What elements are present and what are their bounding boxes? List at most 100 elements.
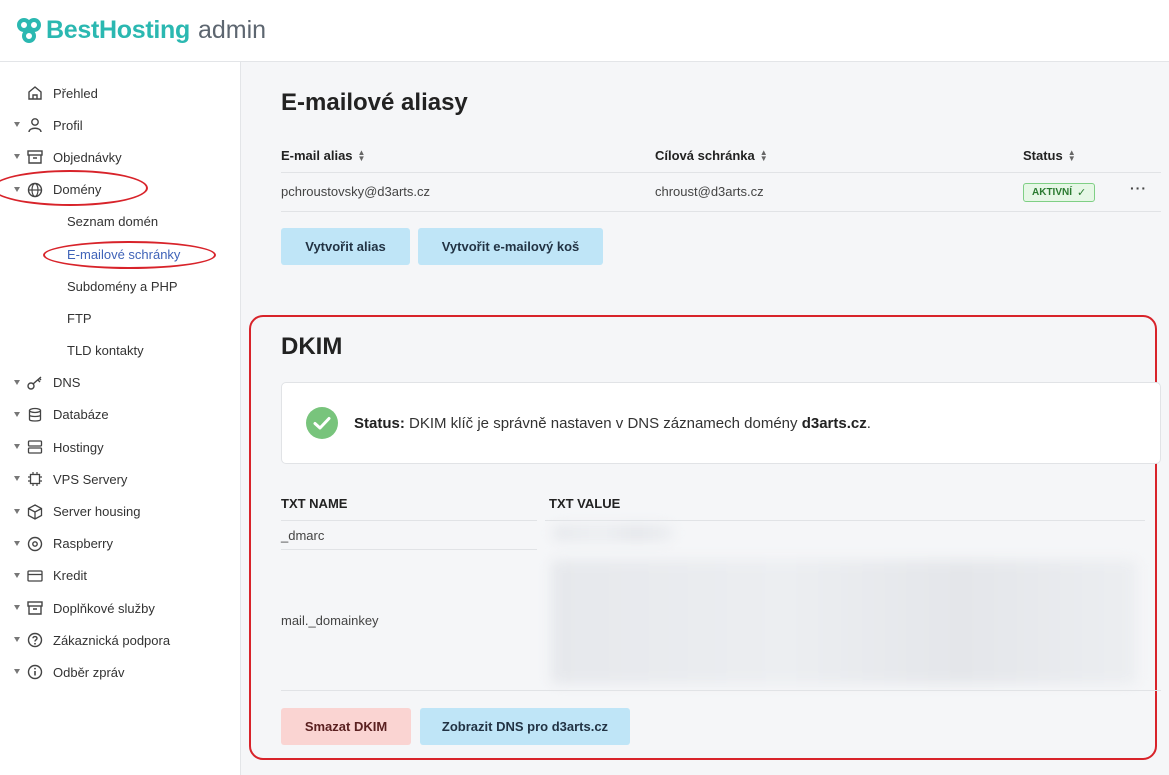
divider bbox=[545, 520, 1145, 521]
sidebar-item-objednavky[interactable]: Objednávky bbox=[0, 141, 240, 173]
sidebar-item-label: Server housing bbox=[53, 504, 141, 520]
chevron-down-icon bbox=[14, 669, 20, 675]
chevron-down-icon bbox=[14, 411, 20, 417]
chevron-down-icon bbox=[14, 186, 20, 192]
txt-value-redacted bbox=[553, 525, 673, 541]
column-header-status[interactable]: Status ▲ ▼ bbox=[1023, 148, 1076, 163]
sidebar-item-label: TLD kontakty bbox=[67, 343, 144, 359]
help-icon bbox=[27, 633, 43, 648]
chevron-down-icon bbox=[14, 637, 20, 643]
column-header-txt-name: TXT NAME bbox=[281, 496, 348, 511]
sidebar-item-label: Přehled bbox=[53, 85, 98, 101]
chevron-down-icon bbox=[14, 508, 20, 514]
archive-icon bbox=[27, 601, 43, 615]
logo-icon bbox=[17, 17, 41, 43]
database-icon bbox=[28, 407, 42, 422]
dkim-status-box: Status: DKIM klíč je správně nastaven v … bbox=[281, 382, 1161, 464]
sidebar-item-hostingy[interactable]: Hostingy bbox=[0, 431, 240, 463]
sidebar-item-emailove-schranky[interactable]: E-mailové schránky bbox=[0, 238, 240, 270]
sidebar-item-kredit[interactable]: Kredit bbox=[0, 560, 240, 592]
chevron-down-icon bbox=[14, 122, 20, 128]
sort-icon: ▲ ▼ bbox=[759, 147, 768, 163]
show-dns-button[interactable]: Zobrazit DNS pro d3arts.cz bbox=[420, 708, 630, 745]
sidebar-item-label: DNS bbox=[53, 375, 81, 391]
card-icon bbox=[27, 570, 43, 582]
chip-icon bbox=[28, 472, 42, 487]
sidebar-item-label: Doplňkové služby bbox=[53, 600, 155, 616]
sidebar-item-label: Raspberry bbox=[53, 536, 113, 552]
key-icon bbox=[27, 376, 42, 390]
dkim-title: DKIM bbox=[281, 333, 343, 360]
globe-icon bbox=[27, 182, 43, 197]
sidebar-item-label: Hostingy bbox=[53, 439, 104, 455]
sidebar-item-label: Kredit bbox=[53, 568, 87, 584]
sidebar-item-seznam-domen[interactable]: Seznam domén bbox=[0, 206, 240, 238]
archive-icon bbox=[27, 150, 43, 165]
divider bbox=[281, 520, 537, 521]
sidebar-item-profil[interactable]: Profil bbox=[0, 109, 240, 141]
sidebar-item-label: E-mailové schránky bbox=[67, 246, 181, 262]
server-icon bbox=[27, 440, 43, 454]
main-content: E-mailové aliasy E-mail alias ▲ ▼ Cílová s… bbox=[241, 62, 1169, 775]
row-more-button[interactable]: ··· bbox=[1130, 180, 1147, 196]
create-alias-button[interactable]: Vytvořit alias bbox=[281, 228, 410, 265]
sidebar-item-label: Objednávky bbox=[53, 149, 122, 165]
column-header-target[interactable]: Cílová schránka ▲ ▼ bbox=[655, 148, 768, 163]
column-header-alias[interactable]: E-mail alias ▲ ▼ bbox=[281, 148, 365, 163]
divider bbox=[281, 172, 1161, 173]
target-cell: chroust@d3arts.cz bbox=[655, 184, 764, 199]
sidebar-item-databaze[interactable]: Databáze bbox=[0, 399, 240, 431]
sidebar-item-ftp[interactable]: FTP bbox=[0, 302, 240, 334]
sidebar-item-dns[interactable]: DNS bbox=[0, 367, 240, 399]
txt-value-redacted bbox=[551, 560, 1137, 684]
txt-name-cell: _dmarc bbox=[281, 528, 325, 543]
check-icon: ✓ bbox=[1077, 187, 1087, 199]
chevron-down-icon bbox=[14, 540, 20, 546]
check-circle-icon bbox=[306, 407, 338, 439]
info-icon bbox=[27, 665, 43, 680]
user-icon bbox=[28, 118, 42, 133]
sidebar-item-vps-servery[interactable]: VPS Servery bbox=[0, 463, 240, 495]
sidebar-item-domeny[interactable]: Domény bbox=[0, 174, 240, 206]
sidebar: Přehled Profil Objednávky Domény Seznam … bbox=[0, 62, 241, 775]
chevron-down-icon bbox=[14, 572, 20, 578]
sidebar-item-prehled[interactable]: Přehled bbox=[0, 77, 240, 109]
aliases-title: E-mailové aliasy bbox=[281, 89, 468, 116]
sidebar-item-label: Seznam domén bbox=[67, 214, 159, 230]
chevron-down-icon bbox=[14, 605, 20, 611]
app-header: BestHosting admin bbox=[0, 0, 1169, 62]
alias-cell: pchroustovsky@d3arts.cz bbox=[281, 184, 431, 199]
create-trash-button[interactable]: Vytvořit e-mailový koš bbox=[418, 228, 603, 265]
divider bbox=[281, 549, 537, 550]
sidebar-item-raspberry[interactable]: Raspberry bbox=[0, 528, 240, 560]
sidebar-item-label: Odběr zpráv bbox=[53, 664, 125, 680]
column-header-txt-value: TXT VALUE bbox=[549, 496, 621, 511]
sidebar-item-doplnkove-sluzby[interactable]: Doplňkové služby bbox=[0, 592, 240, 624]
sidebar-item-server-housing[interactable]: Server housing bbox=[0, 495, 240, 527]
delete-dkim-button[interactable]: Smazat DKIM bbox=[281, 708, 411, 745]
box-icon bbox=[27, 503, 43, 520]
sidebar-item-zakaznicka-podpora[interactable]: Zákaznická podpora bbox=[0, 624, 240, 656]
sidebar-item-odber-zprav[interactable]: Odběr zpráv bbox=[0, 656, 240, 688]
divider bbox=[281, 211, 1161, 212]
sidebar-item-label: Databáze bbox=[53, 407, 109, 423]
brand-name[interactable]: BestHosting bbox=[46, 16, 190, 45]
sidebar-item-label: Subdomény a PHP bbox=[67, 278, 178, 294]
chevron-down-icon bbox=[14, 444, 20, 450]
sidebar-item-tld-kontakty[interactable]: TLD kontakty bbox=[0, 335, 240, 367]
sort-icon: ▲ ▼ bbox=[357, 147, 366, 163]
home-icon bbox=[28, 86, 42, 100]
chevron-down-icon bbox=[14, 154, 20, 160]
sidebar-item-label: Zákaznická podpora bbox=[53, 632, 171, 648]
disc-icon bbox=[27, 536, 43, 551]
sidebar-item-label: FTP bbox=[67, 310, 92, 326]
chevron-down-icon bbox=[14, 379, 20, 385]
status-badge: AKTIVNÍ ✓ bbox=[1023, 183, 1096, 202]
brand-suffix: admin bbox=[197, 16, 267, 44]
sidebar-item-subdomeny[interactable]: Subdomény a PHP bbox=[0, 270, 240, 302]
sort-icon: ▲ ▼ bbox=[1067, 147, 1076, 163]
dkim-status-text: Status: DKIM klíč je správně nastaven v … bbox=[354, 415, 871, 432]
divider bbox=[281, 690, 1161, 691]
sidebar-item-label: Profil bbox=[53, 117, 83, 133]
txt-name-cell: mail._domainkey bbox=[281, 613, 379, 628]
